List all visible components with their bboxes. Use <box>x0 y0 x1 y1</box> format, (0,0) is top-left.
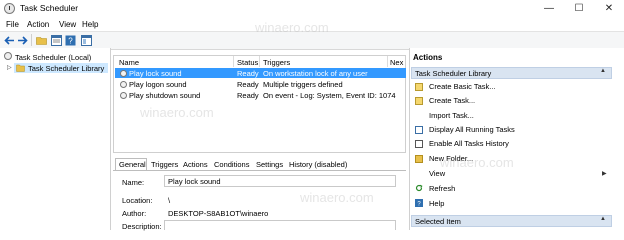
tree-root-label[interactable]: Task Scheduler (Local) <box>15 53 91 62</box>
task-name-value: Play lock sound <box>168 177 221 186</box>
tab-actions[interactable]: Actions <box>183 160 208 169</box>
action-enable-tasks-history[interactable]: Enable All Tasks History <box>429 139 509 148</box>
back-arrow-icon[interactable] <box>4 35 15 46</box>
clock-icon <box>4 52 12 60</box>
tasks-history-icon <box>415 140 423 148</box>
task-status: Ready <box>237 91 259 100</box>
forward-arrow-icon[interactable] <box>17 35 28 46</box>
section-header-library-label: Task Scheduler Library <box>415 69 492 78</box>
menu-view[interactable]: View <box>59 20 76 29</box>
column-header-status[interactable]: Status <box>237 58 258 67</box>
task-triggers: Multiple triggers defined <box>263 80 343 89</box>
tab-general[interactable]: General <box>119 160 146 169</box>
task-status: Ready <box>237 80 259 89</box>
column-separator <box>259 56 260 67</box>
task-status: Ready <box>237 69 259 78</box>
collapse-chevron-up-icon[interactable]: ▲ <box>600 216 606 222</box>
menu-file[interactable]: File <box>6 20 19 29</box>
task-clock-icon <box>120 91 127 99</box>
column-separator <box>233 56 234 67</box>
action-create-task[interactable]: Create Task... <box>429 96 475 105</box>
title-bar <box>0 0 624 17</box>
task-name: Play logon sound <box>129 80 187 89</box>
svg-text:?: ? <box>68 37 73 46</box>
task-clock-icon <box>120 69 127 77</box>
create-task-icon <box>415 97 423 105</box>
section-header-selected-item-label: Selected Item <box>415 217 461 226</box>
tree-item-task-scheduler-library[interactable]: Task Scheduler Library <box>28 64 104 73</box>
task-scheduler-app-icon <box>4 3 15 14</box>
name-label: Name: <box>122 178 145 187</box>
description-label: Description: <box>122 222 162 231</box>
create-basic-task-icon <box>415 83 423 91</box>
description-field[interactable] <box>164 220 396 230</box>
action-display-running-tasks[interactable]: Display All Running Tasks <box>429 125 515 134</box>
refresh-icon <box>415 184 423 192</box>
close-button[interactable]: ✕ <box>594 0 624 17</box>
running-tasks-icon <box>415 126 423 134</box>
task-clock-icon <box>120 80 127 88</box>
action-refresh[interactable]: Refresh <box>429 184 455 193</box>
task-triggers: On workstation lock of any user <box>263 69 368 78</box>
action-import-task[interactable]: Import Task... <box>429 111 474 120</box>
location-label: Location: <box>122 196 153 205</box>
action-create-basic-task[interactable]: Create Basic Task... <box>429 82 496 91</box>
column-header-triggers[interactable]: Triggers <box>263 58 290 67</box>
expand-chevron-icon[interactable]: ▷ <box>7 64 12 71</box>
console-tree <box>0 48 111 230</box>
task-name: Play shutdown sound <box>129 91 201 100</box>
tab-conditions[interactable]: Conditions <box>214 160 249 169</box>
collapse-chevron-up-icon[interactable]: ▲ <box>600 68 606 74</box>
author-value: DESKTOP-S8AB1OT\winaero <box>168 209 269 218</box>
action-view[interactable]: View <box>429 169 445 178</box>
maximize-button[interactable]: ☐ <box>564 0 594 17</box>
actions-title: Actions <box>413 53 443 62</box>
action-new-folder[interactable]: New Folder... <box>429 154 473 163</box>
window-title: Task Scheduler <box>20 3 79 13</box>
task-name: Play lock sound <box>129 69 182 78</box>
action-help[interactable]: Help <box>429 199 444 208</box>
menu-action[interactable]: Action <box>27 20 49 29</box>
new-folder-icon <box>415 155 423 163</box>
task-triggers: On event - Log: System, Event ID: 1074 <box>263 91 396 100</box>
folder-icon[interactable] <box>36 35 47 46</box>
author-label: Author: <box>122 209 147 218</box>
properties-icon[interactable] <box>51 35 62 46</box>
tab-settings[interactable]: Settings <box>256 160 283 169</box>
show-hide-console-tree-icon[interactable] <box>81 35 92 46</box>
location-value: \ <box>168 196 171 205</box>
help-icon[interactable]: ? <box>65 35 76 46</box>
column-header-name[interactable]: Name <box>119 58 139 67</box>
minimize-button[interactable]: — <box>534 0 564 17</box>
toolbar-separator <box>31 34 32 46</box>
menu-help[interactable]: Help <box>82 20 98 29</box>
tab-history[interactable]: History (disabled) <box>289 160 347 169</box>
column-header-next-run[interactable]: Nex <box>390 58 403 67</box>
tab-triggers[interactable]: Triggers <box>151 160 178 169</box>
help-icon: ? <box>415 199 423 207</box>
folder-icon <box>16 64 25 72</box>
submenu-chevron-right-icon: ▶ <box>602 171 607 177</box>
column-separator <box>387 56 388 67</box>
